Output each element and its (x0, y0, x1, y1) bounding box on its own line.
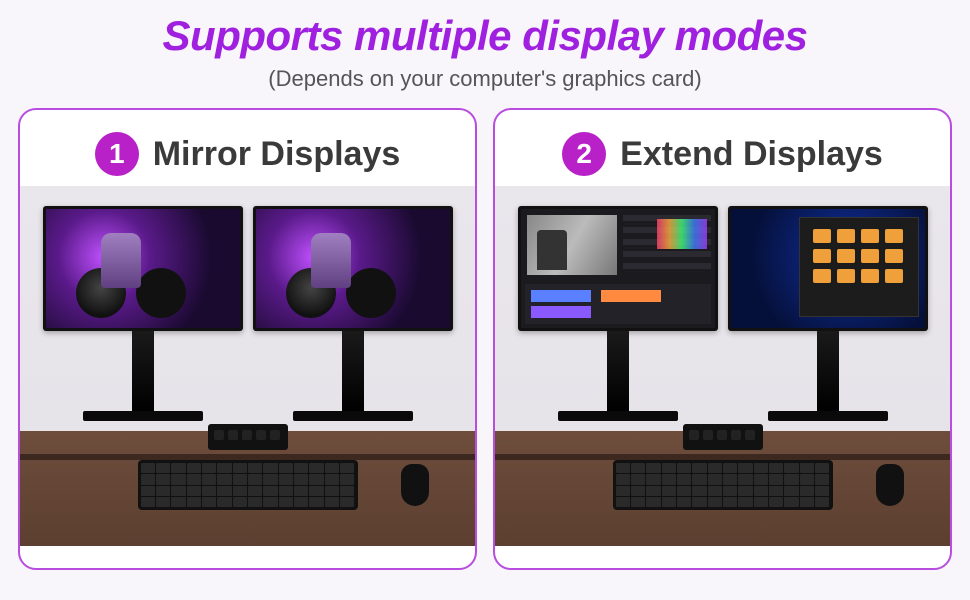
screen-video-editor-icon (521, 209, 715, 328)
monitor-left (43, 206, 243, 421)
monitor-right (728, 206, 928, 421)
docking-station-icon (208, 424, 288, 450)
page-title: Supports multiple display modes (0, 12, 970, 60)
scene-mirror (20, 186, 475, 546)
page-subtitle: (Depends on your computer's graphics car… (0, 66, 970, 92)
screen-cyberpunk-icon (46, 209, 240, 328)
panel-extend: 2 Extend Displays (493, 108, 952, 570)
panel-1-label: Mirror Displays (153, 135, 401, 174)
screen-cyberpunk-icon (256, 209, 450, 328)
mouse-icon (401, 464, 429, 506)
keyboard-icon (613, 460, 833, 510)
monitor-left (518, 206, 718, 421)
panel-2-label: Extend Displays (620, 135, 883, 174)
screen-file-explorer-icon (731, 209, 925, 328)
badge-1-icon: 1 (95, 132, 139, 176)
mouse-icon (876, 464, 904, 506)
monitor-right (253, 206, 453, 421)
keyboard-icon (138, 460, 358, 510)
docking-station-icon (683, 424, 763, 450)
badge-2-icon: 2 (562, 132, 606, 176)
panels-row: 1 Mirror Displays (0, 92, 970, 582)
panel-mirror: 1 Mirror Displays (18, 108, 477, 570)
scene-extend (495, 186, 950, 546)
